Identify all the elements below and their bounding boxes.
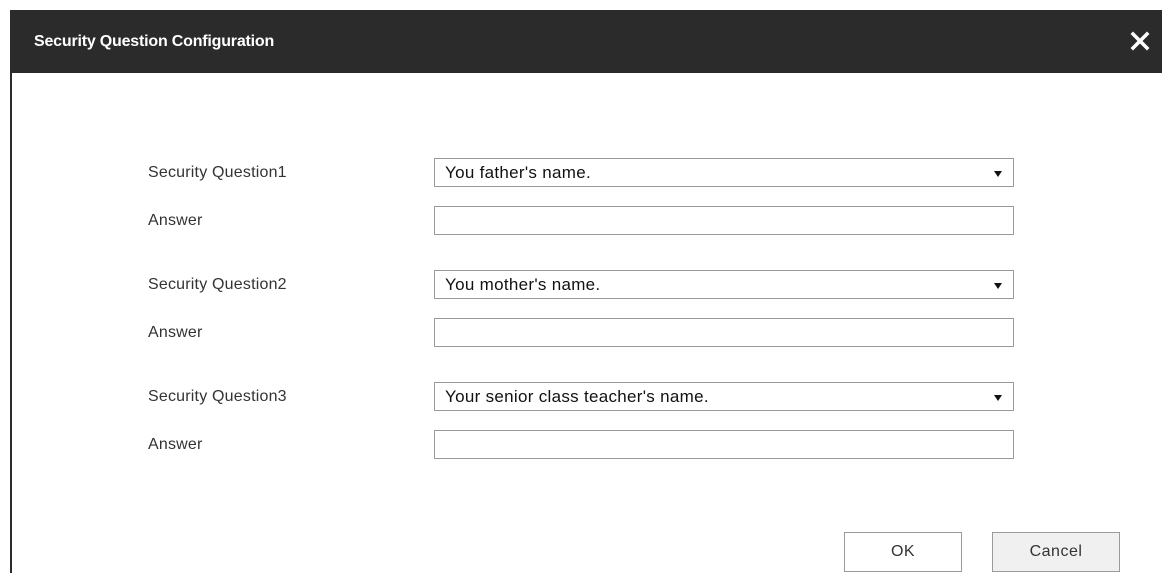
security-question-2-value: You mother's name. xyxy=(445,275,601,294)
answer-3-label: Answer xyxy=(148,436,203,453)
answer-1-input[interactable] xyxy=(434,206,1014,235)
security-question-1-value: You father's name. xyxy=(445,163,591,182)
dropdown-arrow-icon xyxy=(994,283,1002,289)
security-question-1-label: Security Question1 xyxy=(148,164,287,181)
answer-row-3: Answer xyxy=(12,430,1152,460)
cancel-button[interactable]: Cancel xyxy=(992,532,1120,572)
dialog-title: Security Question Configuration xyxy=(34,33,275,50)
answer-row-2: Answer xyxy=(12,318,1152,348)
answer-2-input[interactable] xyxy=(434,318,1014,347)
security-question-2-label: Security Question2 xyxy=(148,276,287,293)
question-row-2: Security Question2 You mother's name. xyxy=(12,270,1152,300)
security-question-2-select[interactable]: You mother's name. xyxy=(434,270,1014,299)
security-question-3-select[interactable]: Your senior class teacher's name. xyxy=(434,382,1014,411)
dialog-titlebar: Security Question Configuration xyxy=(10,10,1162,73)
security-question-3-label: Security Question3 xyxy=(148,388,287,405)
close-icon[interactable] xyxy=(1126,27,1154,55)
security-question-3-value: Your senior class teacher's name. xyxy=(445,387,709,406)
ok-button[interactable]: OK xyxy=(844,532,962,572)
security-question-1-select[interactable]: You father's name. xyxy=(434,158,1014,187)
question-row-1: Security Question1 You father's name. xyxy=(12,158,1152,188)
dropdown-arrow-icon xyxy=(994,171,1002,177)
answer-row-1: Answer xyxy=(12,206,1152,236)
security-question-dialog: Security Question Configuration Security… xyxy=(10,10,1162,573)
answer-2-label: Answer xyxy=(148,324,203,341)
answer-3-input[interactable] xyxy=(434,430,1014,459)
answer-1-label: Answer xyxy=(148,212,203,229)
question-row-3: Security Question3 Your senior class tea… xyxy=(12,382,1152,412)
dropdown-arrow-icon xyxy=(994,395,1002,401)
